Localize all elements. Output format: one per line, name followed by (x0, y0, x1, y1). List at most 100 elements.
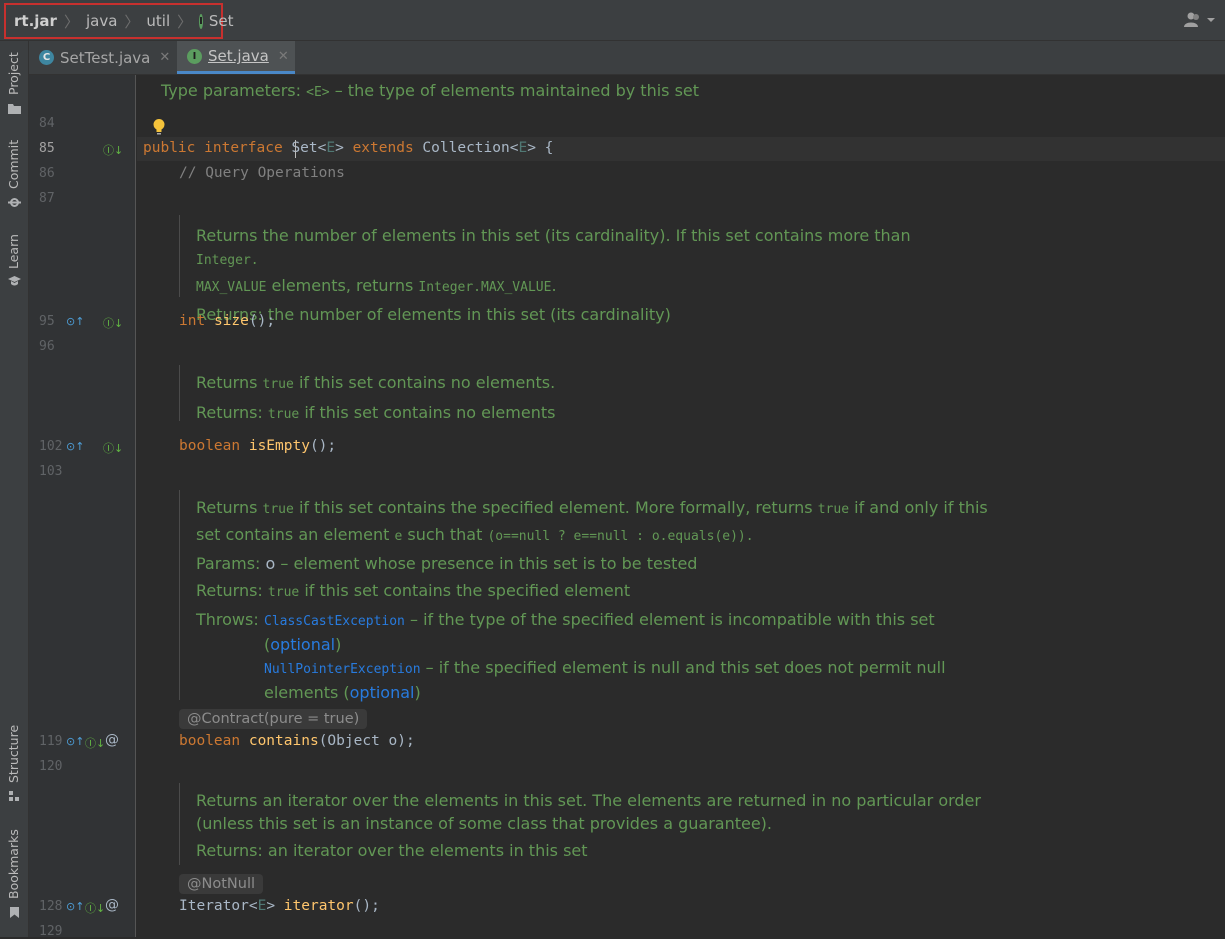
doc-label: Throws: (196, 610, 259, 629)
code-line-128: Iterator<E> iterator(); (179, 898, 380, 914)
punct: (); (248, 313, 276, 329)
tab-set-java[interactable]: I Set.java ✕ (177, 41, 295, 74)
overrides-up-icon[interactable]: ⊙↑ (66, 900, 84, 913)
punct: (); (353, 898, 380, 914)
keyword: extends (352, 140, 414, 156)
exception-link[interactable]: ClassCastException (264, 614, 405, 629)
implemented-down-icon[interactable]: Ⓘ↓ (103, 440, 123, 456)
doc-code: Integer.MAX_VALUE (418, 280, 552, 295)
doc-text: – element whose presence in this set is … (280, 554, 698, 573)
doc-code: (o==null ? e==null : o.equals(e)). (487, 529, 754, 544)
editor-gutter[interactable]: 84 85 Ⓘ↓ 86 87 95 ⊙↑ Ⓘ↓ 96 102 ⊙↑ Ⓘ↓ 103… (29, 75, 136, 939)
tab-label: SetTest.java (60, 48, 151, 67)
close-icon[interactable]: ✕ (278, 49, 289, 64)
implemented-down-icon[interactable]: Ⓘ↓ (103, 142, 123, 158)
bookmark-icon (10, 907, 19, 918)
doc-text: if this set contains no elements (304, 403, 556, 422)
overrides-up-icon[interactable]: ⊙↑ (66, 735, 84, 748)
interface-icon: I (199, 13, 203, 29)
commit-icon (8, 198, 21, 207)
doc-block-isempty (179, 365, 180, 421)
doc-text: – the type of elements maintained by thi… (334, 81, 700, 100)
tool-structure-label: Structure (6, 724, 21, 783)
code-line-86: // Query Operations (179, 165, 345, 181)
chevron-right-icon: 〉 (177, 12, 193, 31)
lightbulb-icon[interactable] (152, 118, 166, 136)
implemented-down-icon[interactable]: Ⓘ↓ (85, 735, 105, 751)
optional-link[interactable]: optional (350, 683, 415, 702)
doc-text: elements ( (264, 683, 350, 702)
doc-type-parameters: Type parameters: <E> – the type of eleme… (161, 79, 699, 104)
doc-isempty: Returns true if this set contains no ele… (196, 371, 956, 426)
doc-text: – if the specified element is null and t… (425, 658, 946, 677)
punct: > (266, 898, 276, 914)
breadcrumb: rt.jar 〉 java 〉 util 〉 I Set (4, 3, 234, 39)
keyword: boolean (179, 438, 241, 454)
doc-size: Returns the number of elements in this s… (196, 224, 956, 326)
exception-link[interactable]: NullPointerException (264, 662, 421, 677)
type-param: E (257, 898, 267, 914)
line-number: 96 (39, 339, 55, 354)
tool-commit[interactable]: Commit (2, 139, 26, 211)
doc-text: Returns the number of elements in this s… (196, 226, 911, 245)
doc-label: Type parameters: (161, 81, 302, 100)
overrides-up-icon[interactable]: ⊙↑ (66, 440, 84, 453)
inferred-annotation[interactable]: @NotNull (179, 874, 263, 894)
doc-code: true (262, 502, 294, 517)
tool-bookmarks[interactable]: Bookmarks (2, 829, 26, 921)
type-param: E (326, 140, 336, 156)
user-account-menu[interactable] (1183, 12, 1215, 30)
overrides-up-icon[interactable]: ⊙↑ (66, 315, 84, 328)
doc-text: such that (407, 525, 483, 544)
breadcrumb-item-util[interactable]: util (146, 12, 170, 30)
doc-code: true (262, 377, 294, 392)
graduation-cap-icon (8, 276, 21, 286)
breadcrumb-item-java[interactable]: java (86, 12, 117, 30)
annotation-at-icon[interactable]: @ (105, 732, 119, 748)
doc-text: – if the type of the specified element i… (409, 610, 935, 629)
tool-window-strip: Project Commit Learn Structure Bookmarks (0, 41, 29, 937)
doc-label: Params: (196, 554, 261, 573)
doc-code: true (817, 502, 850, 517)
breadcrumb-item-rt-jar[interactable]: rt.jar (14, 12, 57, 30)
close-icon[interactable]: ✕ (159, 50, 170, 65)
doc-contains: Returns true if this set contains the sp… (196, 496, 996, 704)
chevron-down-icon (1207, 18, 1215, 22)
line-number-current: 85 (39, 141, 55, 156)
doc-code: Integer. (196, 253, 259, 268)
optional-link[interactable]: optional (270, 635, 335, 654)
keyword: public (143, 140, 196, 156)
tool-project[interactable]: Project (2, 49, 26, 119)
code-line-85: public interface Set<E> extends Collecti… (143, 140, 553, 156)
type-name: Iterator (179, 898, 249, 914)
doc-block-iterator (179, 783, 180, 865)
keyword: int (179, 313, 206, 329)
punct: (Object o); (318, 733, 415, 749)
doc-returns: Returns: an iterator over the elements i… (196, 841, 588, 860)
tool-project-label: Project (6, 52, 21, 95)
code-line-95: int size(); (179, 313, 275, 329)
code-editor[interactable]: Type parameters: <E> – the type of eleme… (137, 75, 1225, 937)
type-name: Collection (422, 140, 510, 156)
line-number: 120 (39, 759, 63, 774)
doc-block-size (179, 215, 180, 297)
annotation-at-icon[interactable]: @ (105, 897, 119, 913)
tool-bookmarks-label: Bookmarks (6, 829, 21, 899)
implemented-down-icon[interactable]: Ⓘ↓ (85, 900, 105, 916)
tool-structure[interactable]: Structure (2, 723, 26, 805)
breadcrumb-item-set[interactable]: Set (209, 12, 234, 30)
inferred-annotation[interactable]: @Contract(pure = true) (179, 709, 368, 729)
doc-iterator: Returns an iterator over the elements in… (196, 789, 996, 862)
user-icon (1184, 12, 1215, 27)
line-number: 103 (39, 464, 63, 479)
editor-tab-bar: C SetTest.java ✕ I Set.java ✕ (29, 41, 1225, 75)
tab-settest-java[interactable]: C SetTest.java ✕ (29, 41, 177, 74)
code-line-119: boolean contains(Object o); (179, 733, 415, 749)
tool-learn[interactable]: Learn (2, 233, 26, 289)
method-name: iterator (283, 898, 354, 914)
keyword: interface (204, 140, 283, 156)
doc-returns: Returns: the number of elements in this … (196, 305, 671, 324)
code-line-102: boolean isEmpty(); (179, 438, 336, 454)
text-caret (295, 140, 296, 158)
implemented-down-icon[interactable]: Ⓘ↓ (103, 315, 123, 331)
